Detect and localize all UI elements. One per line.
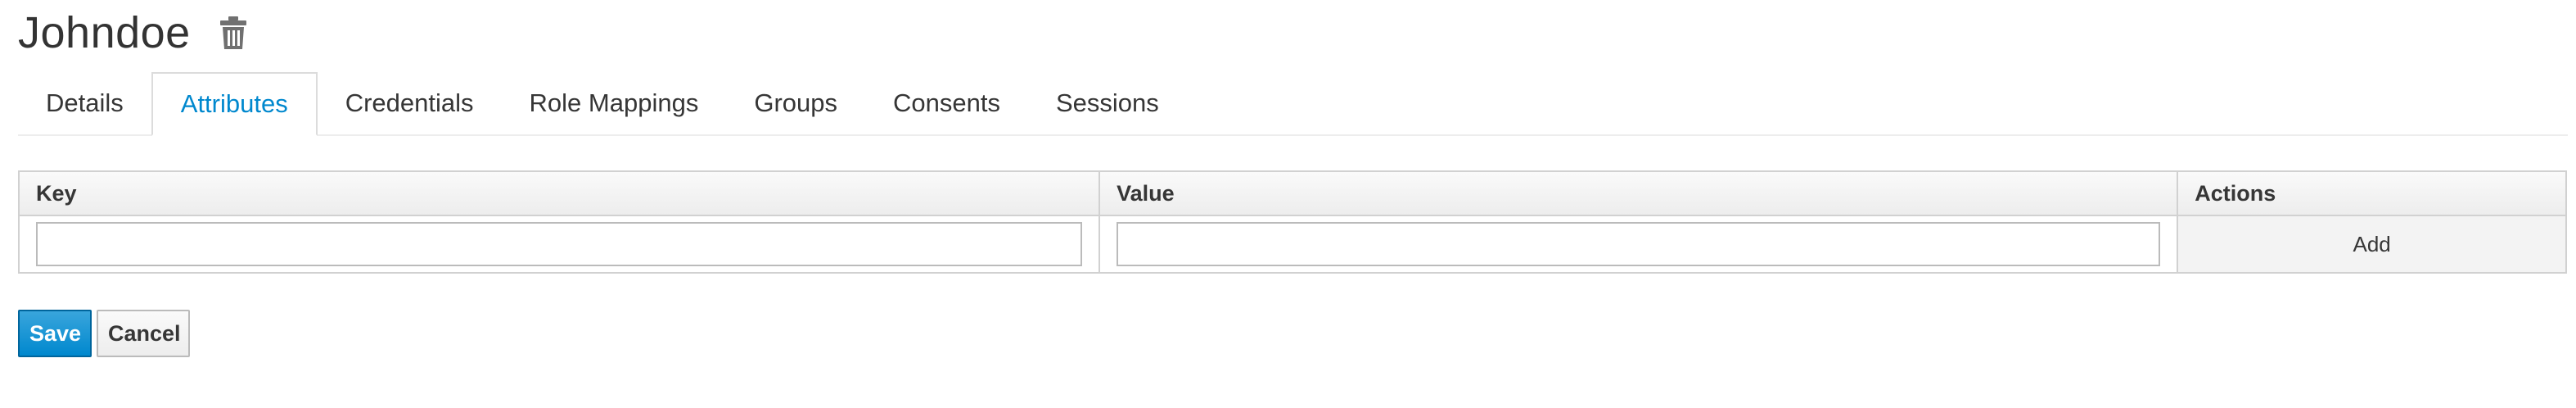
tab-groups[interactable]: Groups (726, 72, 865, 134)
add-attribute-button[interactable]: Add (2177, 215, 2567, 274)
attributes-table: Key Value Actions Add (17, 170, 2567, 274)
tab-details[interactable]: Details (18, 72, 151, 134)
value-column-header: Value (1099, 170, 2179, 216)
value-cell (1099, 215, 2179, 274)
key-column-header: Key (17, 170, 1101, 216)
tab-consents[interactable]: Consents (865, 72, 1028, 134)
new-attribute-key-input[interactable] (36, 222, 1083, 266)
cancel-button[interactable]: Cancel (97, 310, 190, 357)
tab-attributes[interactable]: Attributes (151, 72, 318, 136)
page-header: Johndoe (18, 3, 248, 62)
key-cell (17, 215, 1101, 274)
trash-icon[interactable] (219, 15, 248, 51)
user-tabs: Details Attributes Credentials Role Mapp… (18, 72, 2568, 136)
page-title: Johndoe (18, 8, 191, 57)
save-button[interactable]: Save (18, 310, 92, 357)
tab-role-mappings[interactable]: Role Mappings (502, 72, 727, 134)
table-row: Add (17, 215, 2567, 274)
tab-sessions[interactable]: Sessions (1028, 72, 1187, 134)
new-attribute-value-input[interactable] (1117, 222, 2161, 266)
actions-column-header: Actions (2177, 170, 2567, 216)
table-header-row: Key Value Actions (17, 170, 2567, 216)
tab-credentials[interactable]: Credentials (318, 72, 502, 134)
